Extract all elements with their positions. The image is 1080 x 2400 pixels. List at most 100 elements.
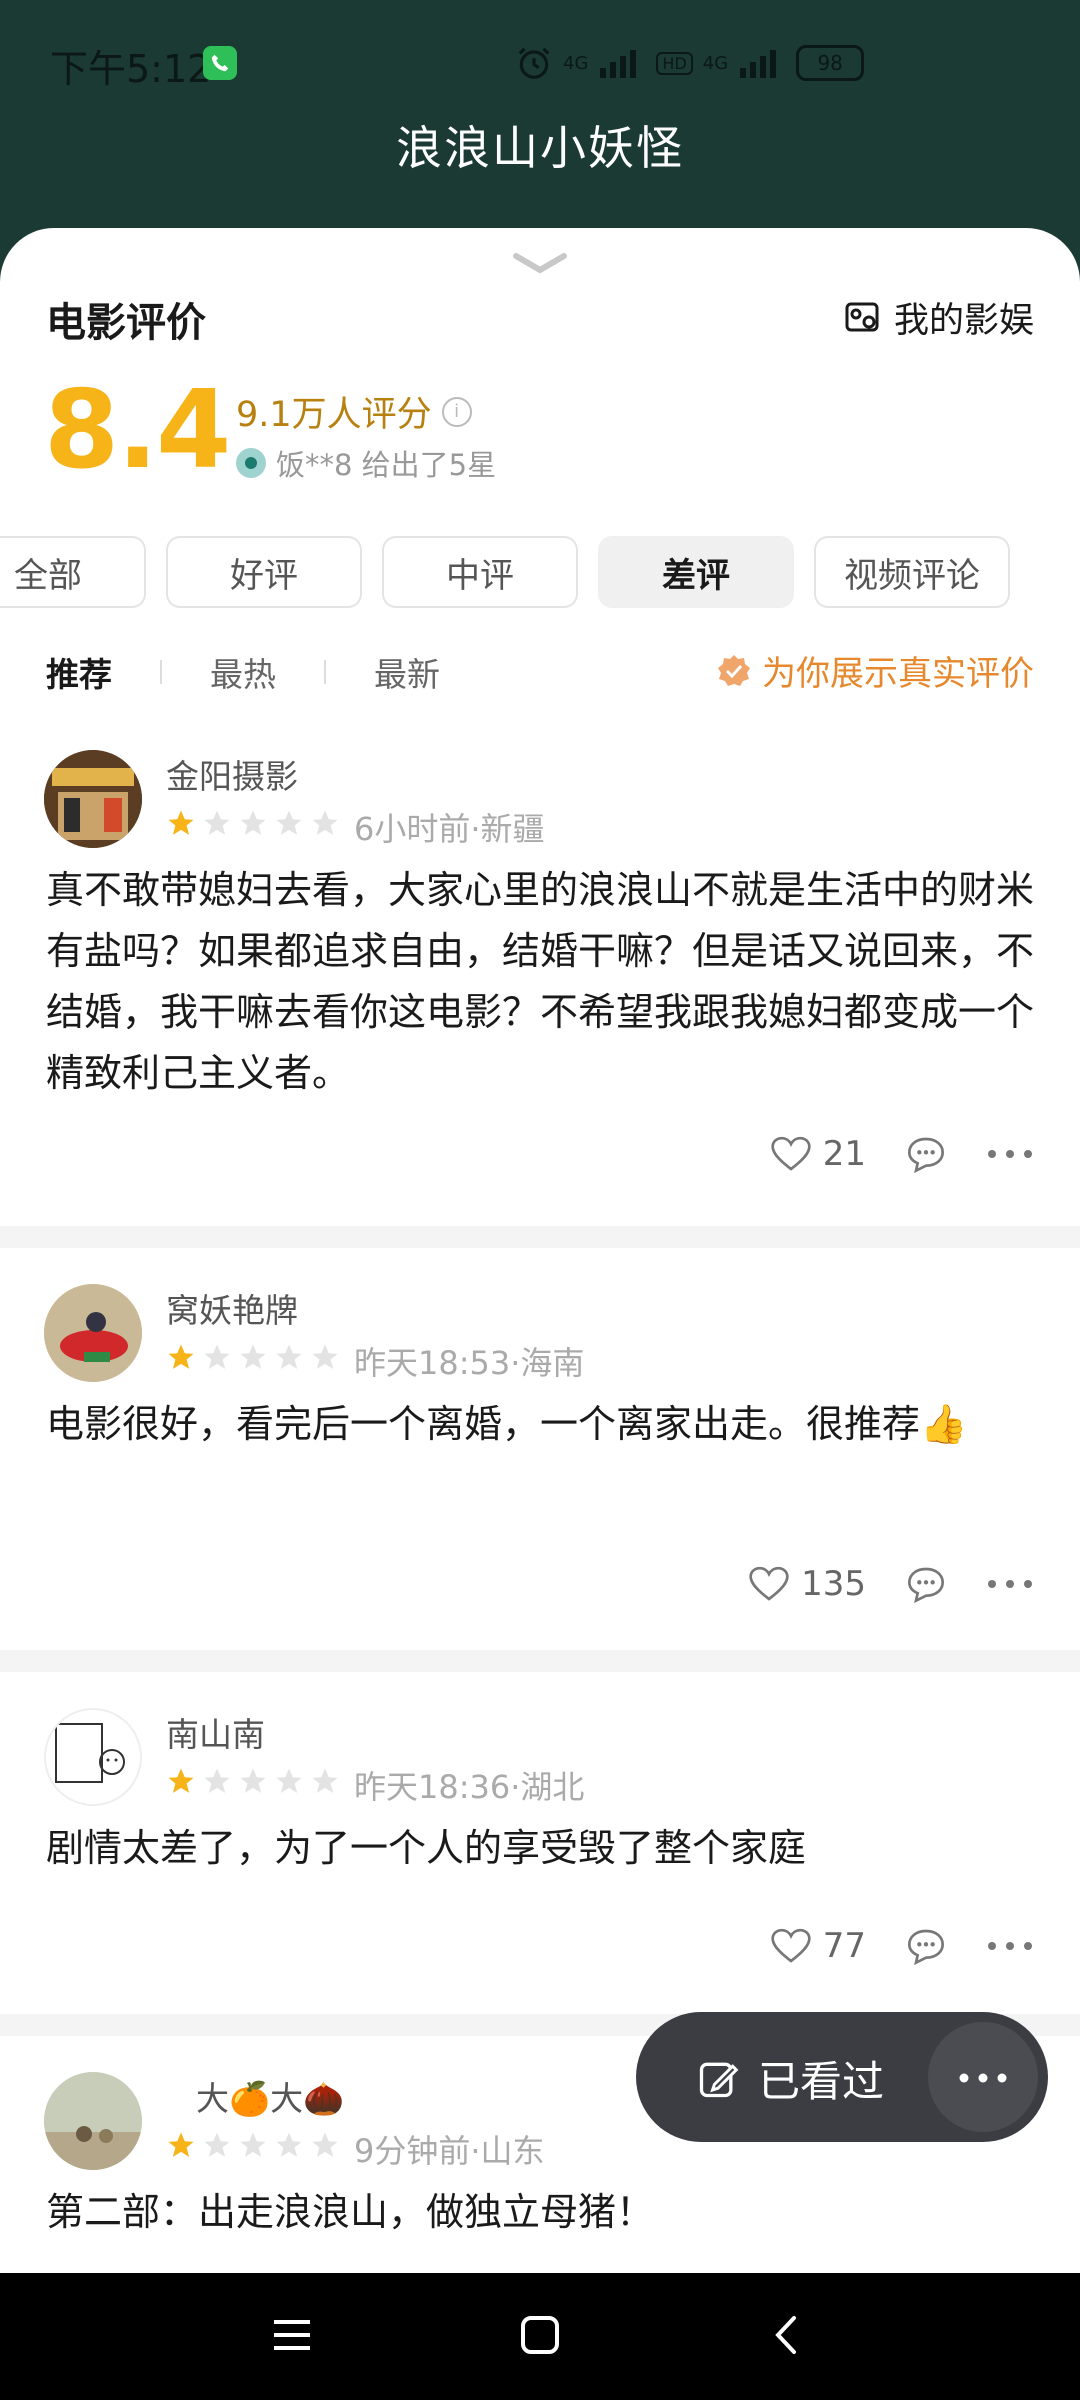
star-empty-icon [276,1768,302,1793]
filter-bad[interactable]: 差评 [598,536,794,608]
like-count: 21 [822,1134,866,1174]
filter-all[interactable]: 全部 [0,536,146,608]
star-empty-icon [204,810,230,835]
review-meta: 6小时前·新疆 [354,810,545,848]
review-text[interactable]: 真不敢带媳妇去看，大家心里的浪浪山不就是生活中的财米有盐吗？如果都追求自由，结婚… [46,860,1036,1104]
star-empty-icon [312,2132,338,2157]
status-time: 下午5:12 [50,47,212,91]
signal-icon [600,50,637,78]
star-empty-icon [276,2132,302,2157]
star-empty-icon [240,810,266,835]
star-rating [166,2130,340,2160]
comment-icon[interactable] [906,1135,946,1173]
star-empty-icon [240,1768,266,1793]
more-options-icon[interactable] [986,1578,1034,1590]
signal-icon-2 [740,50,777,78]
battery-level: 98 [817,51,843,75]
star-filled-icon [168,1344,194,1369]
rating-score: 8.4 [44,368,231,493]
watched-label: 已看过 [758,2057,885,2106]
status-bar: 下午5:12 4G HD 4G 98 [0,0,1080,120]
friend-rating: 饭**8 给出了5星 [236,442,496,484]
star-empty-icon [204,1344,230,1369]
comment-icon[interactable] [906,1927,946,1965]
review-actions: 21 [771,1134,1034,1174]
friend-rating-text: 饭**8 给出了5星 [276,448,497,482]
menu-icon[interactable] [270,2313,314,2357]
floating-action-bar: 已看过 [636,2012,1048,2142]
like-button[interactable]: 77 [771,1926,866,1966]
review-meta: 昨天18:53·海南 [354,1344,585,1382]
review-sheet: 电影评价 我的影娱 8.4 9.1万人评分 i 饭**8 给出了5星 全部 好评… [0,228,1080,2273]
filter-good[interactable]: 好评 [166,536,362,608]
review-meta: 昨天18:36·湖北 [354,1768,585,1806]
like-button[interactable]: 135 [749,1564,866,1604]
review-text[interactable]: 电影很好，看完后一个离婚，一个离家出走。很推荐👍 [46,1394,1036,1455]
star-empty-icon [276,810,302,835]
star-filled-icon [168,2132,194,2157]
chevron-down-icon[interactable] [510,248,570,278]
section-divider [0,1226,1080,1248]
section-divider [0,1650,1080,1672]
more-button[interactable] [928,2022,1038,2132]
star-empty-icon [240,2132,266,2157]
star-empty-icon [204,1768,230,1793]
like-button[interactable]: 21 [771,1134,866,1174]
back-icon[interactable] [766,2313,810,2357]
sort-divider [160,660,162,684]
reviewer-name[interactable]: 大🍊大🌰 [196,2072,344,2120]
sort-divider [324,660,326,684]
my-movie-button[interactable]: 我的影娱 [844,292,1034,343]
star-filled-icon [168,810,194,835]
reviewer-name[interactable]: 窝妖艳牌 [166,1284,298,1332]
review-text[interactable]: 第二部：出走浪浪山，做独立母猪！ [46,2182,1036,2243]
page-title: 浪浪山小妖怪 [396,121,684,175]
phone-call-icon [203,46,237,80]
watched-button[interactable]: 已看过 [696,2048,884,2109]
avatar[interactable] [44,2072,142,2170]
home-icon[interactable] [518,2313,562,2357]
comment-icon[interactable] [906,1565,946,1603]
sort-hottest[interactable]: 最热 [210,648,276,696]
info-icon[interactable]: i [441,396,472,427]
edit-icon [699,2062,739,2097]
verified-badge-icon [718,654,750,686]
review-text[interactable]: 剧情太差了，为了一个人的享受毁了整个家庭 [46,1818,1036,1879]
star-empty-icon [240,1344,266,1369]
star-rating [166,1766,340,1796]
rating-count: 9.1万人评分 i [236,386,472,437]
real-reviews-label: 为你展示真实评价 [762,654,1034,694]
filter-tabs: 全部 好评 中评 差评 视频评论 [0,536,1010,612]
heart-icon [771,1136,811,1171]
sort-recommended[interactable]: 推荐 [46,648,112,696]
network-label: 4G [563,52,589,74]
reviewer-name[interactable]: 金阳摄影 [166,750,298,798]
star-rating [166,1342,340,1372]
system-icons: 4G HD 4G 98 [515,40,865,86]
more-horizontal-icon [959,2073,1007,2083]
avatar[interactable] [44,1284,142,1382]
my-movie-label: 我的影娱 [893,301,1034,341]
ticket-icon [845,302,879,331]
filter-medium[interactable]: 中评 [382,536,578,608]
star-empty-icon [276,1344,302,1369]
sort-newest[interactable]: 最新 [374,648,440,696]
star-empty-icon [312,1768,338,1793]
system-nav-bar [0,2273,1080,2400]
avatar[interactable] [44,1708,142,1806]
star-empty-icon [312,810,338,835]
review-meta: 9分钟前·山东 [354,2132,545,2170]
review-actions: 77 [771,1926,1034,1966]
more-options-icon[interactable] [986,1940,1034,1952]
friend-avatar [236,448,266,478]
battery-icon: 98 [796,45,865,81]
avatar[interactable] [44,750,142,848]
real-reviews-notice: 为你展示真实评价 [716,646,1034,695]
more-options-icon[interactable] [986,1148,1034,1160]
reviewer-name[interactable]: 南山南 [166,1708,265,1756]
sort-options: 推荐 最热 最新 [46,648,440,696]
rating-count-label: 9.1万人评分 [236,395,432,435]
section-title: 电影评价 [46,300,206,346]
like-count: 77 [822,1926,866,1966]
filter-video[interactable]: 视频评论 [814,536,1010,608]
